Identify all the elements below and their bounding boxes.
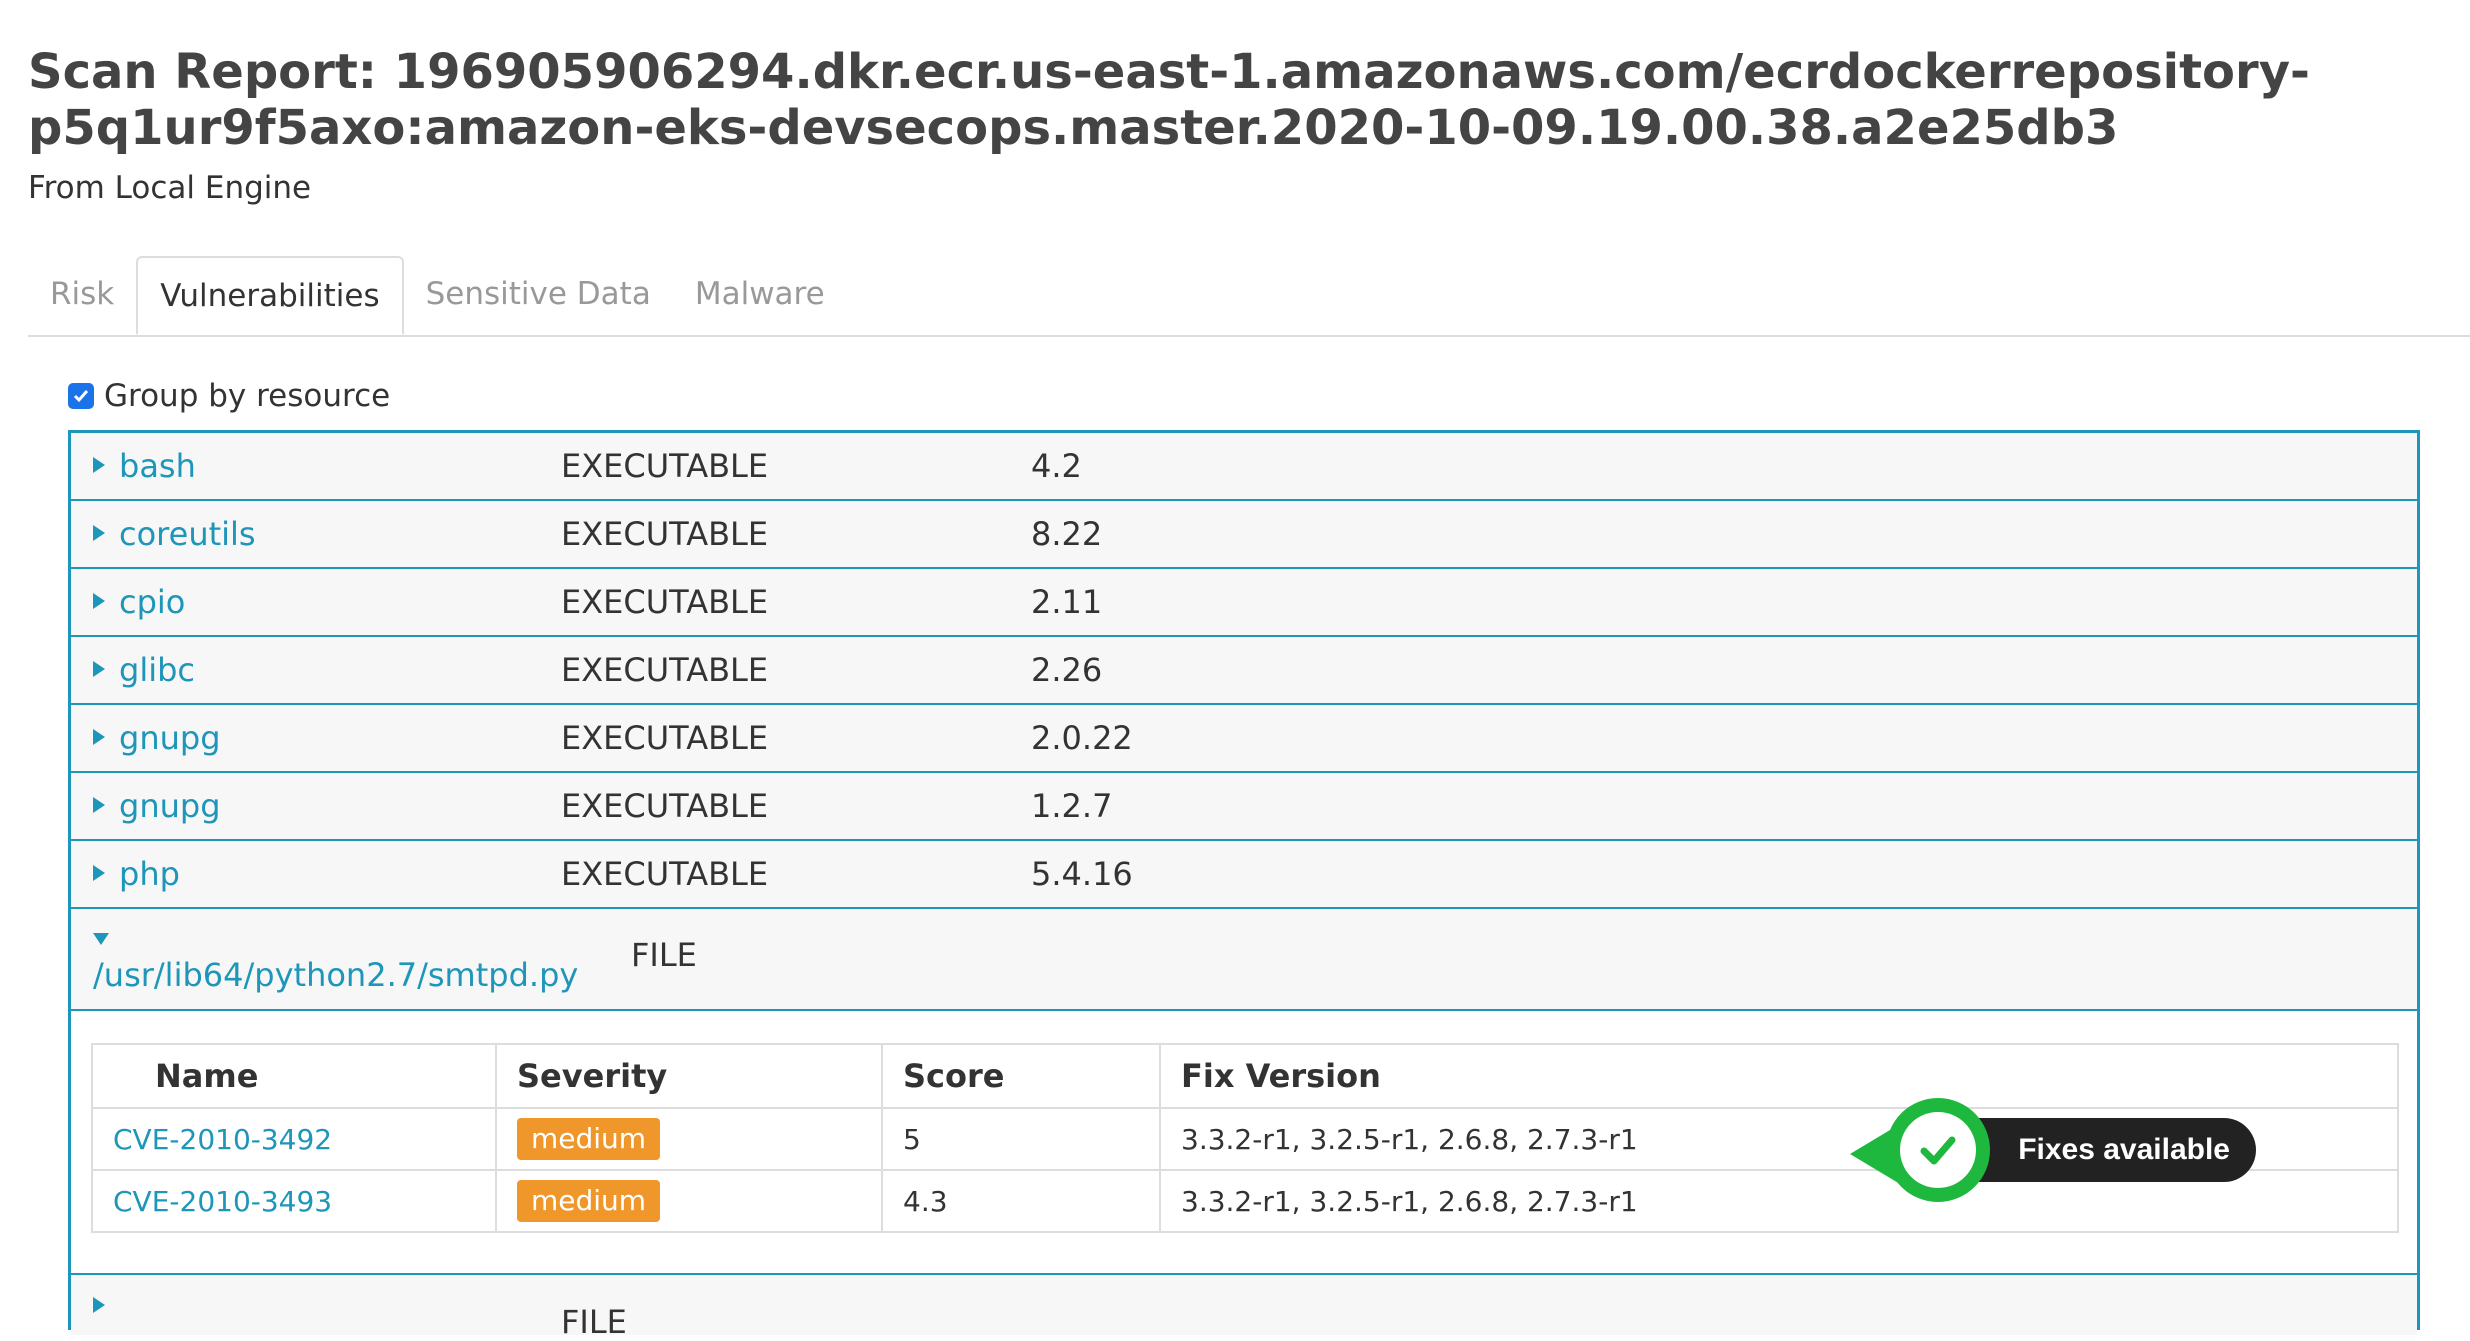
resource-name[interactable]: gnupg xyxy=(119,705,221,771)
caret-right-icon[interactable] xyxy=(93,865,105,881)
resource-type: EXECUTABLE xyxy=(561,447,769,485)
resource-name[interactable]: glibc xyxy=(119,637,195,703)
caret-right-icon[interactable] xyxy=(93,729,105,745)
tab-sensitive-data[interactable]: Sensitive Data xyxy=(404,256,673,332)
resource-row[interactable]: gnupg EXECUTABLE 2.0.22 xyxy=(71,705,2417,773)
resource-row[interactable]: glibc EXECUTABLE 2.26 xyxy=(71,637,2417,705)
resource-type: EXECUTABLE xyxy=(561,855,769,893)
resource-name[interactable]: bash xyxy=(119,433,196,499)
resource-row[interactable]: bash EXECUTABLE 4.2 xyxy=(71,433,2417,501)
resource-version: 2.0.22 xyxy=(1031,719,1133,757)
group-by-checkbox[interactable] xyxy=(68,383,94,409)
checkmark-icon xyxy=(73,390,89,403)
score-cell: 4.3 xyxy=(881,1169,1161,1233)
resource-row[interactable]: gnupg EXECUTABLE 1.2.7 xyxy=(71,773,2417,841)
check-circle-icon xyxy=(1886,1098,1990,1202)
group-by-resource-row: Group by resource xyxy=(68,376,390,416)
checkmark-icon xyxy=(1920,1136,1956,1165)
tab-vulnerabilities[interactable]: Vulnerabilities xyxy=(136,256,404,335)
resource-type: FILE xyxy=(631,936,697,974)
resource-version: 1.2.7 xyxy=(1031,787,1113,825)
page-title: Scan Report: 196905906294.dkr.ecr.us-eas… xyxy=(28,44,2310,156)
resource-type: FILE xyxy=(561,1303,627,1341)
resource-name[interactable]: coreutils xyxy=(119,501,256,567)
caret-right-icon[interactable] xyxy=(93,661,105,677)
resource-name[interactable]: php xyxy=(119,841,180,907)
resource-row[interactable]: FILE xyxy=(71,1275,2417,1341)
fixes-available-callout: Fixes available xyxy=(1850,1098,2260,1210)
caret-right-icon[interactable] xyxy=(93,525,105,541)
resource-version: 8.22 xyxy=(1031,515,1103,553)
score-cell: 5 xyxy=(881,1107,1161,1171)
resource-version: 2.11 xyxy=(1031,583,1103,621)
severity-cell: medium xyxy=(495,1107,883,1171)
resource-type: EXECUTABLE xyxy=(561,651,769,689)
column-header-severity[interactable]: Severity xyxy=(495,1043,883,1109)
cve-link[interactable]: CVE-2010-3492 xyxy=(91,1107,497,1171)
caret-down-icon[interactable] xyxy=(93,933,109,945)
resource-type: EXECUTABLE xyxy=(561,787,769,825)
expanded-resource-row[interactable]: /usr/lib64/python2.7/smtpd.py FILE xyxy=(71,909,2417,1011)
tab-risk[interactable]: Risk xyxy=(28,256,136,332)
severity-badge: medium xyxy=(517,1180,661,1222)
group-by-label: Group by resource xyxy=(104,378,391,414)
tab-malware[interactable]: Malware xyxy=(673,256,847,332)
resource-type: EXECUTABLE xyxy=(561,719,769,757)
resource-row[interactable]: php EXECUTABLE 5.4.16 xyxy=(71,841,2417,909)
caret-right-icon[interactable] xyxy=(93,1297,105,1313)
resource-row[interactable]: coreutils EXECUTABLE 8.22 xyxy=(71,501,2417,569)
resource-name[interactable]: cpio xyxy=(119,569,185,635)
resource-type: EXECUTABLE xyxy=(561,515,769,553)
resource-name[interactable]: /usr/lib64/python2.7/smtpd.py xyxy=(93,953,578,997)
column-header-name[interactable]: Name xyxy=(91,1043,497,1109)
severity-badge: medium xyxy=(517,1118,661,1160)
caret-right-icon[interactable] xyxy=(93,593,105,609)
caret-right-icon[interactable] xyxy=(93,797,105,813)
cve-link[interactable]: CVE-2010-3493 xyxy=(91,1169,497,1233)
resource-row[interactable]: cpio EXECUTABLE 2.11 xyxy=(71,569,2417,637)
page-subtitle: From Local Engine xyxy=(28,170,312,206)
resource-version: 4.2 xyxy=(1031,447,1082,485)
resource-version: 5.4.16 xyxy=(1031,855,1133,893)
resource-type: EXECUTABLE xyxy=(561,583,769,621)
column-header-score[interactable]: Score xyxy=(881,1043,1161,1109)
resource-version: 2.26 xyxy=(1031,651,1103,689)
resource-name[interactable]: gnupg xyxy=(119,773,221,839)
caret-right-icon[interactable] xyxy=(93,457,105,473)
severity-cell: medium xyxy=(495,1169,883,1233)
tab-bar: Risk Vulnerabilities Sensitive Data Malw… xyxy=(28,256,2470,337)
